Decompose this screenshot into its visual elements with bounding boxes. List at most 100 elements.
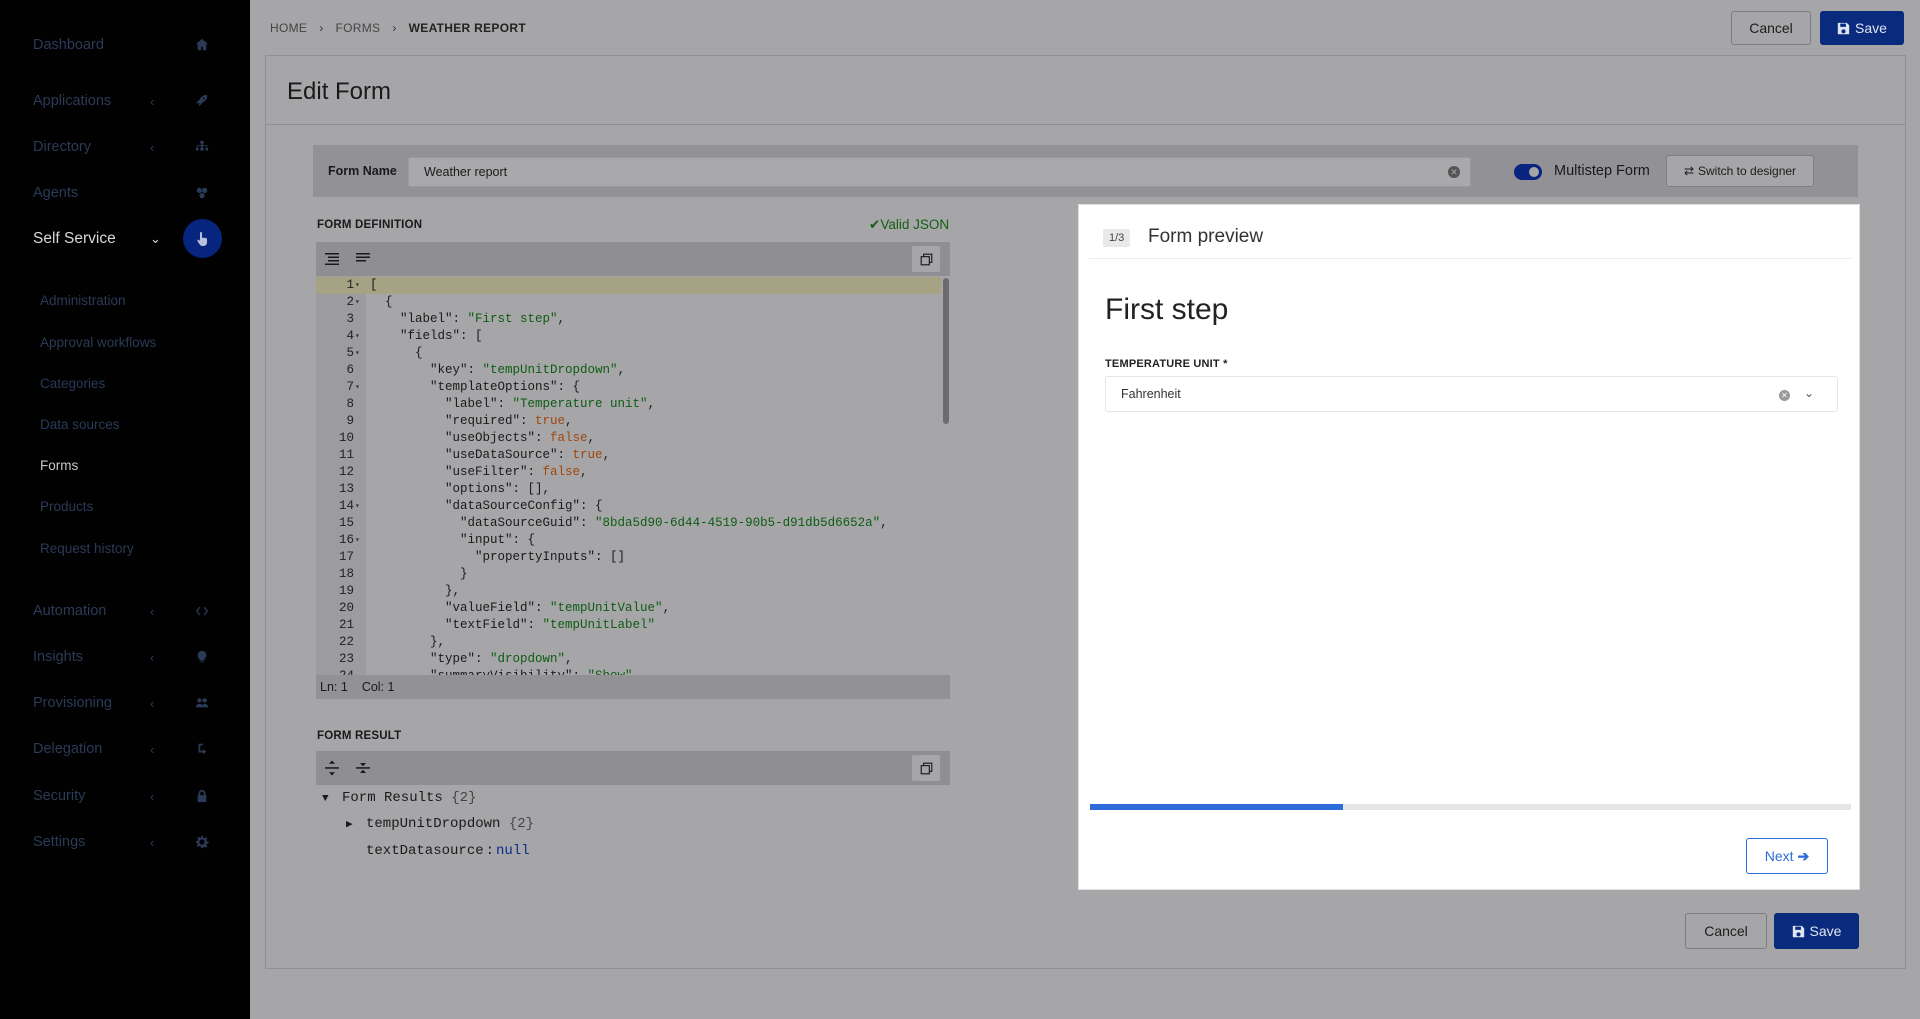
sidebar-item-insights[interactable]: Insights ‹	[0, 637, 250, 677]
fold-toggle-icon[interactable]: ▾	[355, 498, 360, 515]
code-token: ,	[587, 431, 596, 445]
result-toolbar	[316, 751, 950, 785]
sidebar-item-delegation[interactable]: Delegation ‹	[0, 729, 250, 769]
code-text: "fields": [	[370, 328, 483, 345]
top-save-button[interactable]: Save	[1820, 11, 1904, 45]
code-text: "textField": "tempUnitLabel"	[370, 617, 655, 634]
sidebar-item-label: Insights	[33, 649, 83, 665]
code-line: 22 },	[316, 634, 941, 651]
code-token: ,	[580, 465, 588, 479]
code-text: "summaryVisibility": "Show",	[370, 668, 640, 675]
json-editor[interactable]: 1 ▾[2 ▾ {3 "label": "First step", 4 ▾ "field…	[316, 276, 950, 675]
sidebar-item-directory[interactable]: Directory ‹	[0, 127, 250, 167]
code-token: "dropdown"	[490, 652, 566, 666]
format-json-icon[interactable]	[323, 250, 341, 268]
fold-toggle-icon[interactable]: ▾	[355, 532, 360, 549]
code-token: "First step"	[467, 312, 558, 326]
caret-down-icon[interactable]: ▼	[322, 789, 342, 809]
editor-scrollbar[interactable]	[943, 278, 949, 424]
sidebar-sub-item-data-sources[interactable]: Data sources	[40, 417, 120, 432]
form-name-bar: Form Name Weather report ✕ Multistep For…	[313, 145, 1858, 197]
code-line: 14 ▾ "dataSourceConfig": {	[316, 498, 941, 515]
top-cancel-button[interactable]: Cancel	[1731, 11, 1811, 45]
switch-to-designer-button[interactable]: ⇄ Switch to designer	[1666, 155, 1814, 187]
code-token: },	[370, 584, 461, 598]
code-text: "type": "dropdown",	[370, 651, 573, 668]
sidebar-sub-item-request-history[interactable]: Request history	[40, 541, 134, 556]
sidebar-item-self-service[interactable]: Self Service ⌄	[0, 219, 250, 259]
caret-right-icon[interactable]: ▶	[346, 815, 366, 835]
breadcrumb-forms[interactable]: FORMS	[336, 21, 381, 35]
code-line: 9 "required": true,	[316, 413, 941, 430]
code-token: false	[550, 431, 588, 445]
clear-icon[interactable]: ✕	[1779, 390, 1790, 401]
fold-toggle-icon[interactable]: ▾	[355, 328, 360, 345]
bottom-save-button[interactable]: Save	[1774, 913, 1859, 949]
copy-definition-button[interactable]	[912, 246, 940, 272]
tree-root-count: {2}	[451, 790, 477, 806]
sidebar-sub-item-forms[interactable]: Forms	[40, 458, 78, 473]
sidebar-item-security[interactable]: Security ‹	[0, 776, 250, 816]
temperature-unit-dropdown[interactable]: Fahrenheit ✕ ⌄	[1105, 376, 1838, 412]
line-number: 22	[338, 635, 354, 649]
collapse-all-icon[interactable]	[354, 759, 372, 777]
code-token: false	[542, 465, 581, 479]
code-token: {	[370, 295, 393, 309]
sidebar-item-applications[interactable]: Applications ‹	[0, 81, 250, 121]
code-text: "options": [],	[370, 481, 550, 498]
fold-toggle-icon[interactable]: ▾	[355, 294, 360, 311]
chevron-left-icon: ‹	[150, 649, 155, 665]
tree-child-row[interactable]: ▶ tempUnitDropdown {2}	[346, 814, 534, 834]
code-line: 24 "summaryVisibility": "Show",	[316, 668, 941, 675]
sidebar-sub-item-categories[interactable]: Categories	[40, 376, 105, 391]
sidebar-sub-item-administration[interactable]: Administration	[40, 293, 126, 308]
code-line: 15 "dataSourceGuid": "8bda5d90-6d44-4519…	[316, 515, 941, 532]
sidebar-item-agents[interactable]: Agents	[0, 173, 250, 213]
code-token: }	[370, 567, 468, 581]
code-text: "key": "tempUnitDropdown",	[370, 362, 625, 379]
valid-json-status: ✔Valid JSON	[869, 217, 949, 233]
clear-icon[interactable]: ✕	[1448, 166, 1460, 178]
line-number: 12	[338, 465, 354, 479]
line-number: 6	[346, 363, 354, 377]
code-line: 7 ▾ "templateOptions": {	[316, 379, 941, 396]
form-preview-panel: 1/3 Form preview First step TEMPERATURE …	[1078, 204, 1860, 890]
code-line: 23 "type": "dropdown",	[316, 651, 941, 668]
chevron-down-icon[interactable]: ⌄	[1804, 386, 1814, 400]
sidebar-item-automation[interactable]: Automation ‹	[0, 591, 250, 631]
next-button[interactable]: Next ➔	[1746, 838, 1828, 874]
top-save-label: Save	[1855, 20, 1887, 36]
multistep-toggle[interactable]	[1514, 164, 1542, 180]
form-name-input[interactable]: Weather report ✕	[408, 157, 1471, 187]
fold-toggle-icon[interactable]: ▾	[355, 277, 360, 294]
sidebar-item-provisioning[interactable]: Provisioning ‹	[0, 683, 250, 723]
sidebar-item-dashboard[interactable]: Dashboard	[0, 25, 250, 65]
sidebar-sub-item-products[interactable]: Products	[40, 499, 93, 514]
sidebar-item-settings[interactable]: Settings ‹	[0, 822, 250, 862]
code-token: "useFilter":	[370, 465, 543, 479]
valid-json-label: Valid JSON	[880, 217, 950, 232]
line-number: 21	[338, 618, 354, 632]
compact-json-icon[interactable]	[354, 250, 372, 268]
copy-result-button[interactable]	[912, 755, 940, 781]
line-number: 10	[338, 431, 354, 445]
fold-toggle-icon[interactable]: ▾	[355, 379, 360, 396]
bottom-cancel-button[interactable]: Cancel	[1685, 913, 1767, 949]
sidebar-sub-item-approval-workflows[interactable]: Approval workflows	[40, 335, 156, 350]
line-number: 19	[338, 584, 354, 598]
expand-all-icon[interactable]	[323, 759, 341, 777]
copy-icon	[920, 253, 932, 265]
preview-header: 1/3 Form preview	[1089, 215, 1851, 259]
fold-toggle-icon[interactable]: ▾	[355, 345, 360, 362]
line-number: 20	[338, 601, 354, 615]
preview-title: Form preview	[1148, 226, 1264, 247]
breadcrumb-home[interactable]: HOME	[270, 21, 307, 35]
code-line: 21 "textField": "tempUnitLabel"	[316, 617, 941, 634]
line-number: 13	[338, 482, 354, 496]
code-token: "input": {	[370, 533, 536, 547]
code-token: "tempUnitDropdown"	[482, 363, 618, 377]
tree-child-label: tempUnitDropdown	[366, 816, 501, 832]
tree-root-row[interactable]: ▼ Form Results {2}	[322, 788, 476, 808]
code-text: {	[370, 294, 393, 311]
code-token: "key":	[370, 363, 483, 377]
